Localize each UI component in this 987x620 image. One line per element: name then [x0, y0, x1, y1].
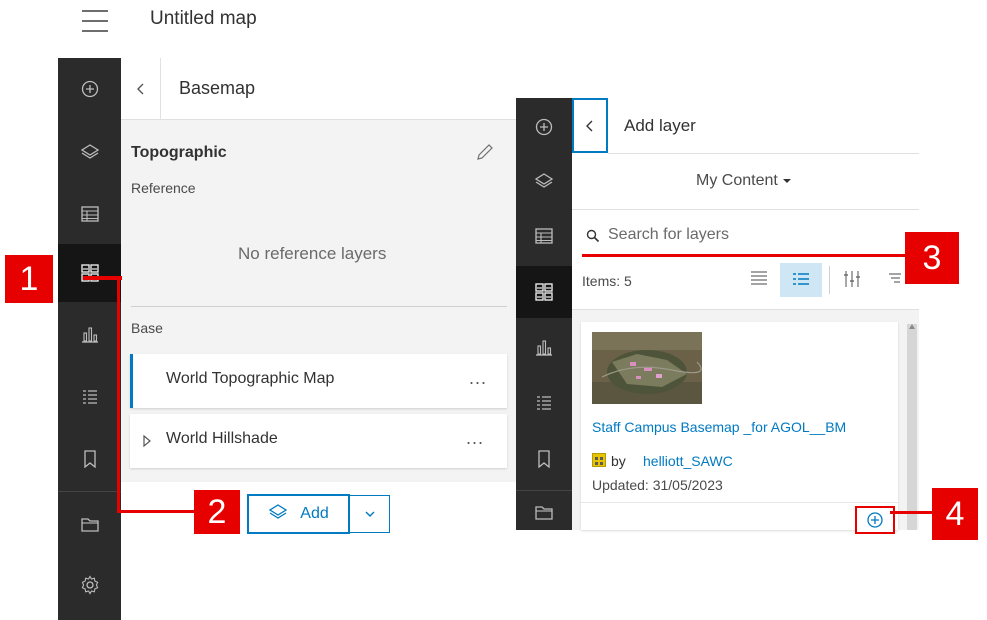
scrollbar[interactable] — [907, 324, 917, 530]
charts-icon[interactable] — [516, 326, 572, 368]
base-layer-item[interactable]: World Topographic Map ... — [130, 354, 507, 408]
add-item-button[interactable] — [855, 506, 895, 534]
divider — [581, 502, 898, 503]
list-view-icon[interactable] — [750, 270, 768, 291]
callout-3-underline — [582, 254, 908, 257]
map-title: Untitled map — [150, 8, 257, 29]
callout-2-badge: 2 — [194, 490, 240, 534]
item-type-icon — [592, 453, 606, 467]
add-icon[interactable] — [516, 106, 572, 148]
source-select-label: My Content — [696, 172, 778, 189]
add-button-label: Add — [300, 505, 329, 522]
callout-3-badge: 3 — [905, 232, 959, 284]
right-action-rail — [516, 98, 572, 530]
basemap-panel-header: Basemap — [121, 58, 516, 120]
layers-icon — [268, 503, 288, 526]
add-dropdown-button[interactable] — [350, 495, 390, 533]
reference-label: Reference — [131, 180, 196, 196]
base-layer-item[interactable]: World Hillshade ... — [130, 414, 507, 468]
callout-4-line — [890, 511, 934, 514]
callout-4-badge: 4 — [932, 488, 978, 540]
expand-triangle-icon[interactable] — [142, 434, 152, 453]
divider — [829, 266, 830, 294]
table-icon[interactable] — [58, 193, 121, 235]
divider — [608, 153, 919, 154]
back-chevron-icon — [586, 120, 593, 131]
charts-icon[interactable] — [58, 313, 121, 355]
item-updated-date: Updated: 31/05/2023 — [592, 477, 723, 493]
layers-icon[interactable] — [516, 160, 572, 202]
add-layer-panel: Add layer My Content Search for layers I… — [572, 98, 919, 534]
more-options-icon[interactable]: ... — [469, 368, 487, 389]
bookmarks-icon[interactable] — [516, 438, 572, 480]
left-action-rail — [58, 58, 121, 620]
add-circle-icon — [867, 512, 883, 528]
results-list: Staff Campus Basemap _for AGOL__BM by he… — [572, 310, 919, 534]
source-select[interactable]: My Content — [696, 172, 792, 190]
current-basemap-name: Topographic — [131, 144, 227, 161]
item-thumbnail — [592, 332, 702, 404]
result-item-card[interactable]: Staff Campus Basemap _for AGOL__BM by he… — [581, 322, 898, 534]
filter-icon[interactable] — [843, 270, 861, 293]
bookmarks-icon[interactable] — [58, 438, 121, 480]
item-by-label: by — [611, 453, 626, 469]
legend-icon[interactable] — [516, 382, 572, 424]
add-icon[interactable] — [58, 68, 121, 110]
divider — [572, 209, 919, 210]
layers-icon[interactable] — [58, 131, 121, 173]
callout-1-badge: 1 — [5, 255, 53, 303]
callout-line-h — [117, 510, 195, 513]
back-button[interactable] — [572, 98, 608, 153]
settings-icon[interactable] — [58, 564, 121, 606]
folder-icon[interactable] — [516, 494, 572, 530]
basemap-gallery-icon[interactable] — [58, 244, 121, 302]
base-layer-label: World Hillshade — [166, 430, 278, 447]
search-input[interactable]: Search for layers — [608, 226, 729, 244]
item-title-link[interactable]: Staff Campus Basemap _for AGOL__BM — [592, 419, 846, 435]
add-button[interactable]: Add — [247, 494, 350, 534]
items-count: Items: 5 — [582, 273, 632, 289]
basemap-panel: Basemap Topographic Reference No referen… — [121, 58, 516, 620]
add-layer-title: Add layer — [624, 116, 696, 135]
base-layer-label: World Topographic Map — [166, 370, 335, 387]
detail-view-icon[interactable] — [780, 263, 822, 297]
divider — [131, 306, 507, 307]
folder-icon[interactable] — [58, 503, 121, 545]
base-label: Base — [131, 320, 163, 336]
menu-button[interactable] — [82, 10, 108, 32]
more-options-icon[interactable]: ... — [466, 428, 484, 449]
edit-icon[interactable] — [475, 142, 495, 167]
callout-line-v — [117, 276, 120, 512]
table-icon[interactable] — [516, 215, 572, 257]
caret-down-icon — [782, 179, 791, 183]
basemap-panel-title: Basemap — [179, 78, 256, 98]
no-reference-text: No reference layers — [238, 244, 387, 263]
basemap-gallery-icon[interactable] — [516, 266, 572, 318]
sort-icon[interactable] — [888, 272, 902, 291]
search-icon — [586, 229, 600, 248]
item-owner-link[interactable]: helliott_SAWC — [643, 453, 733, 469]
legend-icon[interactable] — [58, 376, 121, 418]
callout-1-line-h1 — [83, 276, 119, 280]
back-chevron-icon[interactable] — [121, 58, 161, 120]
